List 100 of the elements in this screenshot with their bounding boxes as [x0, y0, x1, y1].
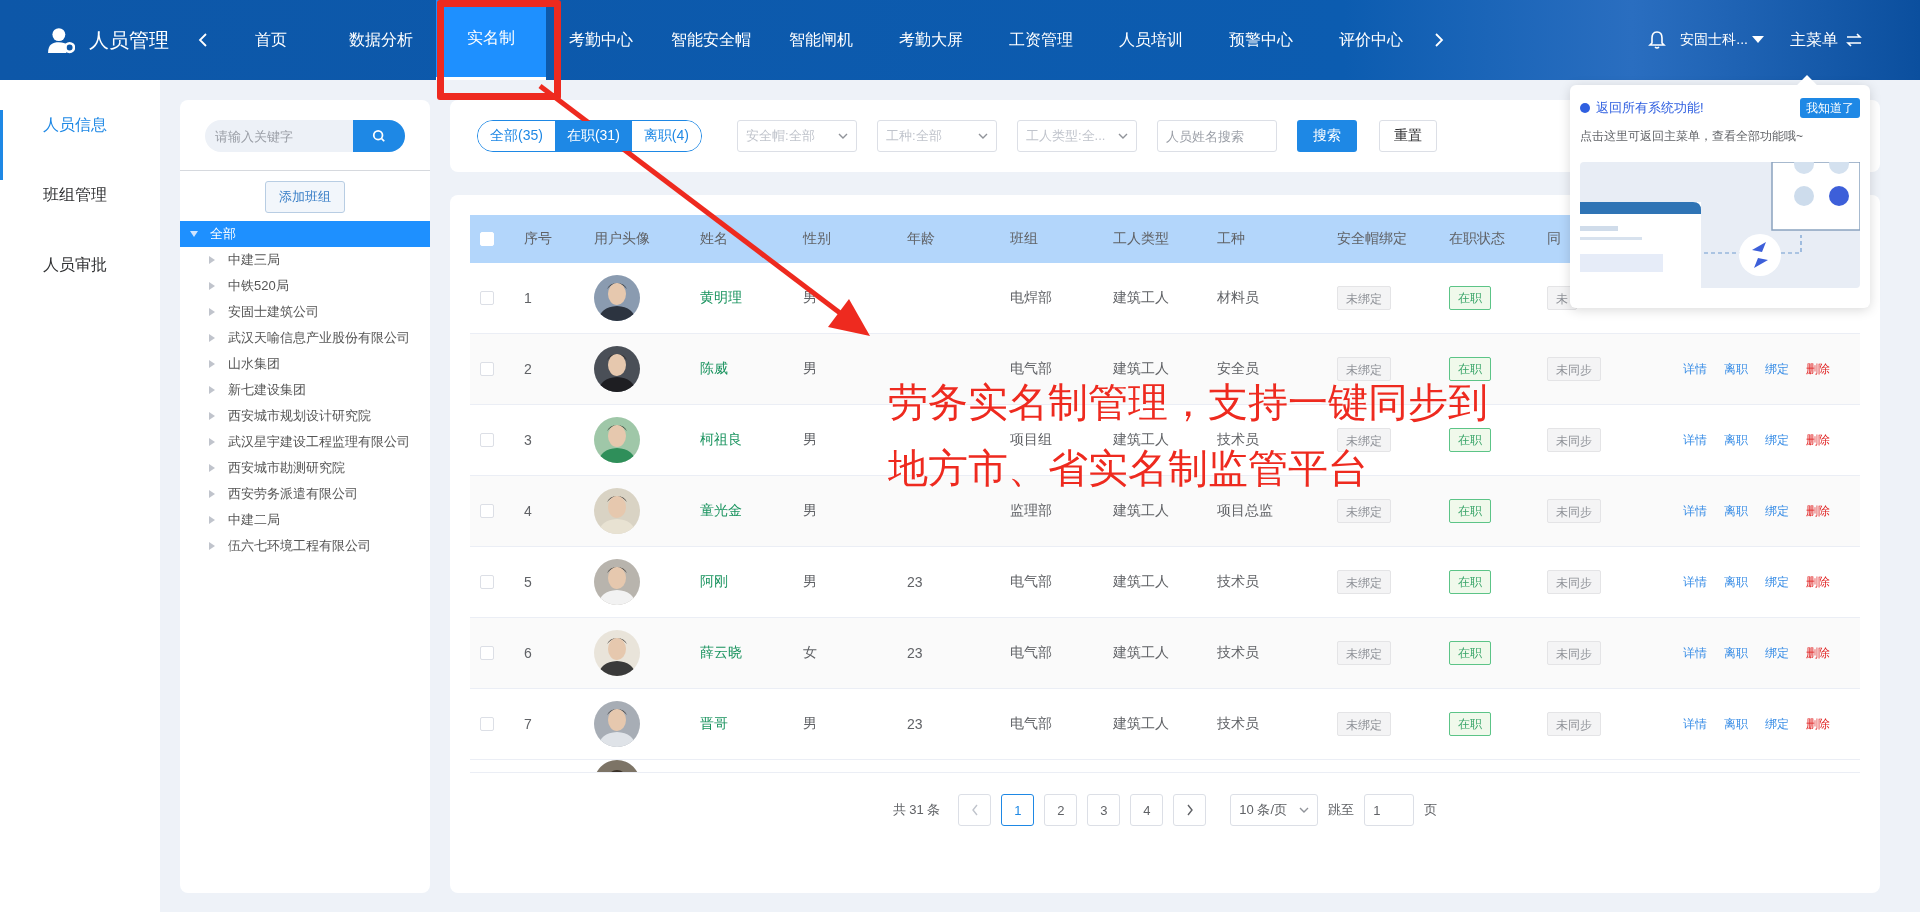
- page-input[interactable]: 1: [1364, 794, 1415, 826]
- tree-node[interactable]: 西安城市规划设计研究院: [228, 407, 371, 425]
- action-link[interactable]: 详情: [1683, 715, 1707, 733]
- tree-node[interactable]: 全部: [180, 221, 430, 247]
- action-link[interactable]: 离职: [1724, 431, 1748, 449]
- swap-icon[interactable]: [1846, 33, 1862, 47]
- action-link[interactable]: 详情: [1683, 573, 1707, 591]
- user-name[interactable]: 安固士科...: [1680, 31, 1748, 49]
- action-link[interactable]: 删除: [1806, 360, 1830, 378]
- page-size-select[interactable]: 10 条/页: [1230, 794, 1319, 826]
- tree-node[interactable]: 中建二局: [228, 511, 280, 529]
- bell-icon[interactable]: [1648, 30, 1667, 50]
- nav-tab[interactable]: 智能安全帽: [656, 0, 766, 80]
- caret-icon[interactable]: [208, 490, 216, 498]
- action-link[interactable]: 删除: [1806, 431, 1830, 449]
- reset-button[interactable]: 重置: [1378, 120, 1437, 152]
- prev-page-button[interactable]: [958, 794, 992, 826]
- action-link[interactable]: 详情: [1683, 644, 1707, 662]
- name-link[interactable]: 晋哥: [700, 715, 728, 733]
- nav-tab[interactable]: 考勤大屏: [876, 0, 986, 80]
- page-button[interactable]: 1: [1001, 794, 1035, 826]
- search-button[interactable]: [353, 120, 405, 152]
- chevron-right-icon[interactable]: [1434, 32, 1444, 48]
- nav-tab[interactable]: 首页: [216, 0, 326, 80]
- caret-icon[interactable]: [208, 386, 216, 394]
- tree-node[interactable]: 伍六七环境工程有限公司: [228, 537, 371, 555]
- name-link[interactable]: 黄明理: [700, 289, 742, 307]
- tree-node[interactable]: 新七建设集团: [228, 381, 306, 399]
- caret-icon[interactable]: [208, 334, 216, 342]
- search-button[interactable]: 搜索: [1296, 120, 1357, 152]
- caret-icon[interactable]: [208, 542, 216, 550]
- caret-icon[interactable]: [208, 360, 216, 368]
- checkbox[interactable]: [480, 575, 494, 589]
- name-link[interactable]: 童光金: [700, 502, 742, 520]
- tree-node[interactable]: 山水集团: [228, 355, 280, 373]
- caret-icon[interactable]: [208, 308, 216, 316]
- action-link[interactable]: 删除: [1806, 502, 1830, 520]
- sidebar-item[interactable]: 人员审批: [0, 250, 160, 320]
- action-link[interactable]: 离职: [1724, 715, 1748, 733]
- tree-node[interactable]: 西安劳务派遣有限公司: [228, 485, 358, 503]
- caret-down-icon[interactable]: [1752, 36, 1764, 44]
- action-link[interactable]: 详情: [1683, 431, 1707, 449]
- tree-node[interactable]: 中建三局: [228, 251, 280, 269]
- caret-icon[interactable]: [208, 438, 216, 446]
- page-button[interactable]: 4: [1130, 794, 1164, 826]
- nav-tab[interactable]: 人员培训: [1096, 0, 1206, 80]
- checkbox[interactable]: [480, 433, 494, 447]
- tree-node[interactable]: 武汉天喻信息产业股份有限公司: [228, 329, 410, 347]
- action-link[interactable]: 绑定: [1765, 502, 1789, 520]
- action-link[interactable]: 离职: [1724, 644, 1748, 662]
- next-page-button[interactable]: [1173, 794, 1207, 826]
- caret-icon[interactable]: [208, 464, 216, 472]
- nav-tab[interactable]: 预警中心: [1206, 0, 1316, 80]
- action-link[interactable]: 离职: [1724, 502, 1748, 520]
- checkbox[interactable]: [480, 717, 494, 731]
- caret-icon[interactable]: [208, 256, 216, 264]
- tree-node[interactable]: 中铁520局: [228, 277, 289, 295]
- name-link[interactable]: 阿刚: [700, 573, 728, 591]
- checkbox[interactable]: [480, 646, 494, 660]
- status-tab[interactable]: 在职(31): [554, 121, 632, 151]
- action-link[interactable]: 绑定: [1765, 431, 1789, 449]
- name-link[interactable]: 柯祖良: [700, 431, 742, 449]
- action-link[interactable]: 离职: [1724, 360, 1748, 378]
- page-button[interactable]: 2: [1044, 794, 1078, 826]
- sidebar-item[interactable]: 人员信息: [0, 110, 160, 180]
- checkbox[interactable]: [480, 362, 494, 376]
- action-link[interactable]: 绑定: [1765, 360, 1789, 378]
- action-link[interactable]: 删除: [1806, 715, 1830, 733]
- tree-node[interactable]: 西安城市勘测研究院: [228, 459, 345, 477]
- tree-node[interactable]: 武汉星宇建设工程监理有限公司: [228, 433, 410, 451]
- action-link[interactable]: 详情: [1683, 502, 1707, 520]
- got-it-button[interactable]: 我知道了: [1800, 98, 1860, 118]
- sidebar-item[interactable]: 班组管理: [0, 180, 160, 250]
- nav-tab[interactable]: 工资管理: [986, 0, 1096, 80]
- action-link[interactable]: 绑定: [1765, 573, 1789, 591]
- checkbox[interactable]: [480, 504, 494, 518]
- keyword-field[interactable]: 请输入关键字: [205, 120, 353, 152]
- page-button[interactable]: 3: [1087, 794, 1121, 826]
- name-link[interactable]: 陈威: [700, 360, 728, 378]
- name-search-field[interactable]: 人员姓名搜索: [1156, 120, 1277, 152]
- caret-icon[interactable]: [208, 412, 216, 420]
- tree-node[interactable]: 安固士建筑公司: [228, 303, 319, 321]
- action-link[interactable]: 删除: [1806, 573, 1830, 591]
- action-link[interactable]: 绑定: [1765, 644, 1789, 662]
- action-link[interactable]: 离职: [1724, 573, 1748, 591]
- main-menu-link[interactable]: 主菜单: [1790, 29, 1838, 51]
- caret-icon[interactable]: [208, 282, 216, 290]
- action-link[interactable]: 绑定: [1765, 715, 1789, 733]
- add-team-button[interactable]: 添加班组: [265, 181, 345, 213]
- caret-icon[interactable]: [208, 516, 216, 524]
- nav-tab[interactable]: 评价中心: [1316, 0, 1426, 80]
- nav-tab[interactable]: 智能闸机: [766, 0, 876, 80]
- nav-tab[interactable]: 数据分析: [326, 0, 436, 80]
- name-link[interactable]: 薛云晓: [700, 644, 742, 662]
- sync-tag: 未同步: [1547, 499, 1601, 523]
- action-link[interactable]: 详情: [1683, 360, 1707, 378]
- action-link[interactable]: 删除: [1806, 644, 1830, 662]
- checkbox[interactable]: [480, 291, 494, 305]
- chevron-left-icon[interactable]: [198, 32, 208, 48]
- nav-tab[interactable]: 考勤中心: [546, 0, 656, 80]
